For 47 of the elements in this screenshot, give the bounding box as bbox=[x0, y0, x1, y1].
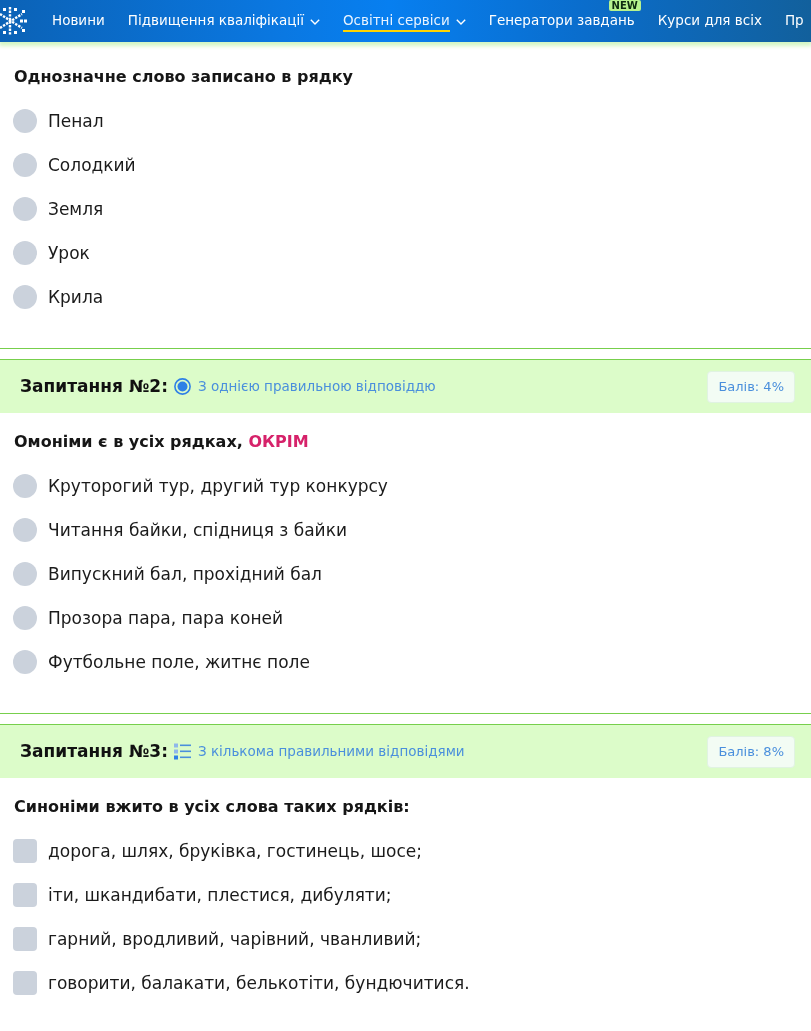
checkbox[interactable] bbox=[13, 839, 37, 863]
radio-button[interactable] bbox=[13, 285, 37, 309]
checklist-icon bbox=[173, 743, 191, 760]
answer-option-label[interactable]: Крила bbox=[48, 285, 104, 309]
answer-option-label[interactable]: Прозора пара, пара коней bbox=[48, 606, 283, 630]
checkbox[interactable] bbox=[13, 883, 37, 907]
answer-option-label[interactable]: гарний, вродливий, чарівний, чванливий; bbox=[48, 927, 422, 951]
nav-link[interactable]: Курси для всіх bbox=[656, 12, 763, 32]
answer-option-label[interactable]: Земля bbox=[48, 197, 104, 221]
checkbox[interactable] bbox=[13, 927, 37, 951]
question-text: Омоніми є в усіх рядках, ОКРІМ bbox=[14, 431, 310, 453]
radio-button[interactable] bbox=[13, 109, 37, 133]
radio-button[interactable] bbox=[13, 197, 37, 221]
radio-button[interactable] bbox=[13, 650, 37, 674]
radio-button[interactable] bbox=[13, 518, 37, 542]
answer-type-label: З кількома правильними відповідями bbox=[197, 742, 465, 762]
answer-option-label[interactable]: Пенал bbox=[48, 109, 104, 133]
answer-type-label: З однією правильною відповіддю bbox=[197, 377, 436, 397]
radio-button[interactable] bbox=[13, 474, 37, 498]
question-text: Синоніми вжито в усіх слова таких рядків: bbox=[14, 796, 411, 818]
question-text: Однозначне слово записано в рядку bbox=[14, 66, 354, 88]
new-tag: NEW bbox=[608, 0, 641, 11]
answer-option-label[interactable]: Круторогий тур, другий тур конкурсу bbox=[48, 474, 388, 498]
answer-option-label[interactable]: іти, шкандибати, плестися, дибуляти; bbox=[48, 883, 392, 907]
snowflake-icon[interactable] bbox=[0, 4, 27, 38]
question-number: Запитання №2: bbox=[20, 374, 168, 398]
nav-link[interactable]: Новини bbox=[51, 12, 106, 32]
radio-button[interactable] bbox=[13, 562, 37, 586]
answer-option-label[interactable]: говорити, балакати, белькотіти, бундючитися. bbox=[48, 971, 470, 995]
answer-option-label[interactable]: Футбольне поле, житнє поле bbox=[48, 650, 310, 674]
answer-option-label[interactable]: Випускний бал, прохідний бал bbox=[48, 562, 322, 586]
question-number: Запитання №3: bbox=[20, 739, 168, 763]
answer-option-label[interactable]: дорога, шлях, бруківка, гостинець, шосе; bbox=[48, 839, 422, 863]
radio-icon bbox=[173, 378, 191, 395]
answer-option-label[interactable]: Солодкий bbox=[48, 153, 136, 177]
radio-button[interactable] bbox=[13, 241, 37, 265]
checkbox[interactable] bbox=[13, 971, 37, 995]
nav-link[interactable]: Генератори завдань bbox=[487, 12, 636, 32]
radio-button[interactable] bbox=[13, 153, 37, 177]
answer-option-label[interactable]: Урок bbox=[48, 241, 90, 265]
radio-button[interactable] bbox=[13, 606, 37, 630]
nav-link[interactable]: Пр bbox=[783, 12, 805, 32]
points-badge: Балів: 4% bbox=[707, 370, 795, 403]
nav-link[interactable]: Освітні сервіси bbox=[342, 12, 467, 32]
answer-option-label[interactable]: Читання байки, спідниця з байки bbox=[48, 518, 347, 542]
points-badge: Балів: 8% bbox=[707, 735, 795, 768]
nav-link[interactable]: Підвищення кваліфікації bbox=[126, 12, 321, 32]
